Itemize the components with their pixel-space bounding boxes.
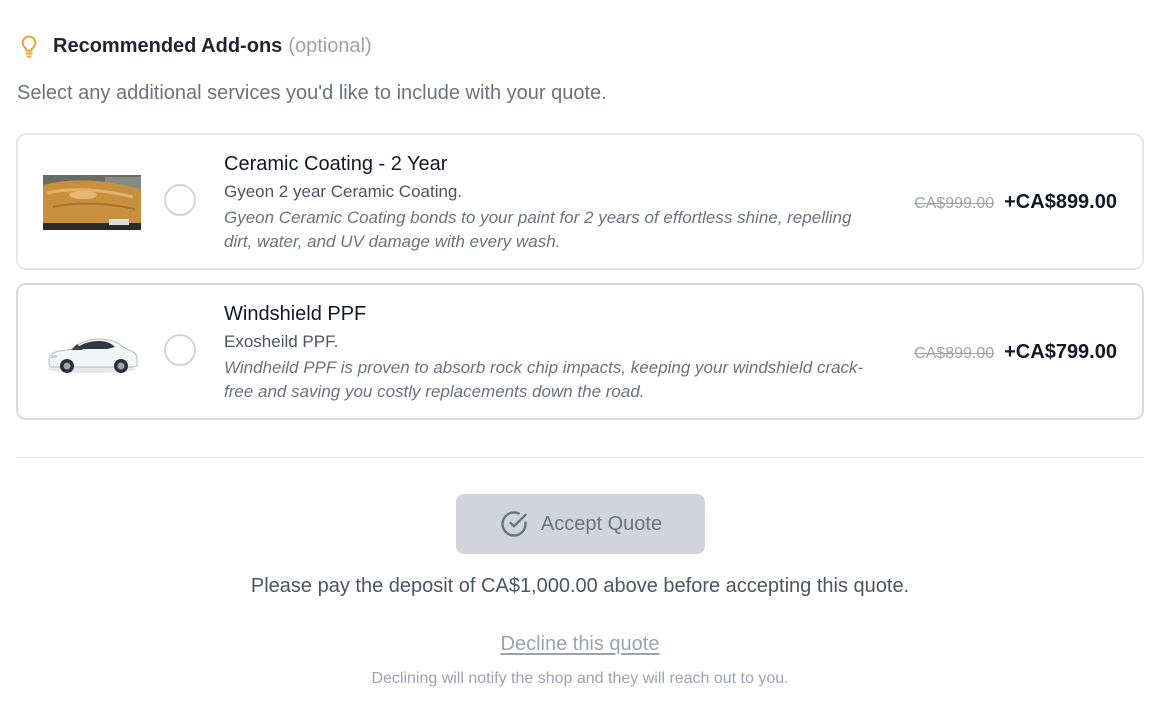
addon-name: Ceramic Coating - 2 Year — [224, 153, 448, 175]
addons-optional-label: (optional) — [288, 34, 372, 57]
divider — [16, 457, 1144, 458]
quote-page: Recommended Add-ons (optional) Select an… — [0, 0, 1160, 713]
addon-new-price: +CA$899.00 — [1004, 191, 1117, 213]
ceramic-coating-price: CA$999.00 +CA$899.00 — [914, 191, 1117, 214]
windshield-ppf-text: Windshield PPF Exosheild PPF. Windheild … — [224, 301, 864, 404]
addon-old-price: CA$899.00 — [914, 345, 995, 362]
addon-card-ceramic-coating[interactable]: Ceramic Coating - 2 Year Gyeon 2 year Ce… — [16, 133, 1144, 270]
check-circle-icon — [499, 509, 529, 539]
decline-link-container: Decline this quote — [0, 633, 1160, 656]
ceramic-coating-image — [43, 175, 141, 230]
windshield-ppf-radio[interactable] — [164, 334, 196, 366]
accept-quote-button[interactable]: Accept Quote — [456, 494, 705, 554]
windshield-ppf-image — [43, 325, 141, 380]
lightbulb-icon — [18, 33, 40, 59]
addon-new-price: +CA$799.00 — [1004, 341, 1117, 363]
addon-description: Windheild PPF is proven to absorb rock c… — [224, 358, 864, 401]
accept-quote-label: Accept Quote — [540, 512, 663, 535]
addons-title: Recommended Add-ons — [53, 34, 283, 57]
addon-description: Gyeon Ceramic Coating bonds to your pain… — [224, 208, 852, 251]
addons-subtitle: Select any additional services you'd lik… — [17, 82, 607, 104]
addon-old-price: CA$999.00 — [914, 195, 995, 212]
addon-card-windshield-ppf[interactable]: Windshield PPF Exosheild PPF. Windheild … — [16, 283, 1144, 420]
addon-brand: Gyeon 2 year Ceramic Coating. — [224, 182, 463, 201]
ceramic-coating-radio[interactable] — [164, 184, 196, 216]
deposit-note: Please pay the deposit of CA$1,000.00 ab… — [250, 575, 910, 597]
addon-brand: Exosheild PPF. — [224, 332, 339, 351]
addons-header: Recommended Add-ons (optional) — [18, 33, 372, 59]
addon-name: Windshield PPF — [224, 303, 367, 325]
windshield-ppf-price: CA$899.00 +CA$799.00 — [914, 341, 1117, 364]
decline-quote-link[interactable]: Decline this quote — [501, 633, 660, 655]
decline-note: Declining will notify the shop and they … — [371, 670, 789, 687]
ceramic-coating-text: Ceramic Coating - 2 Year Gyeon 2 year Ce… — [224, 151, 864, 254]
